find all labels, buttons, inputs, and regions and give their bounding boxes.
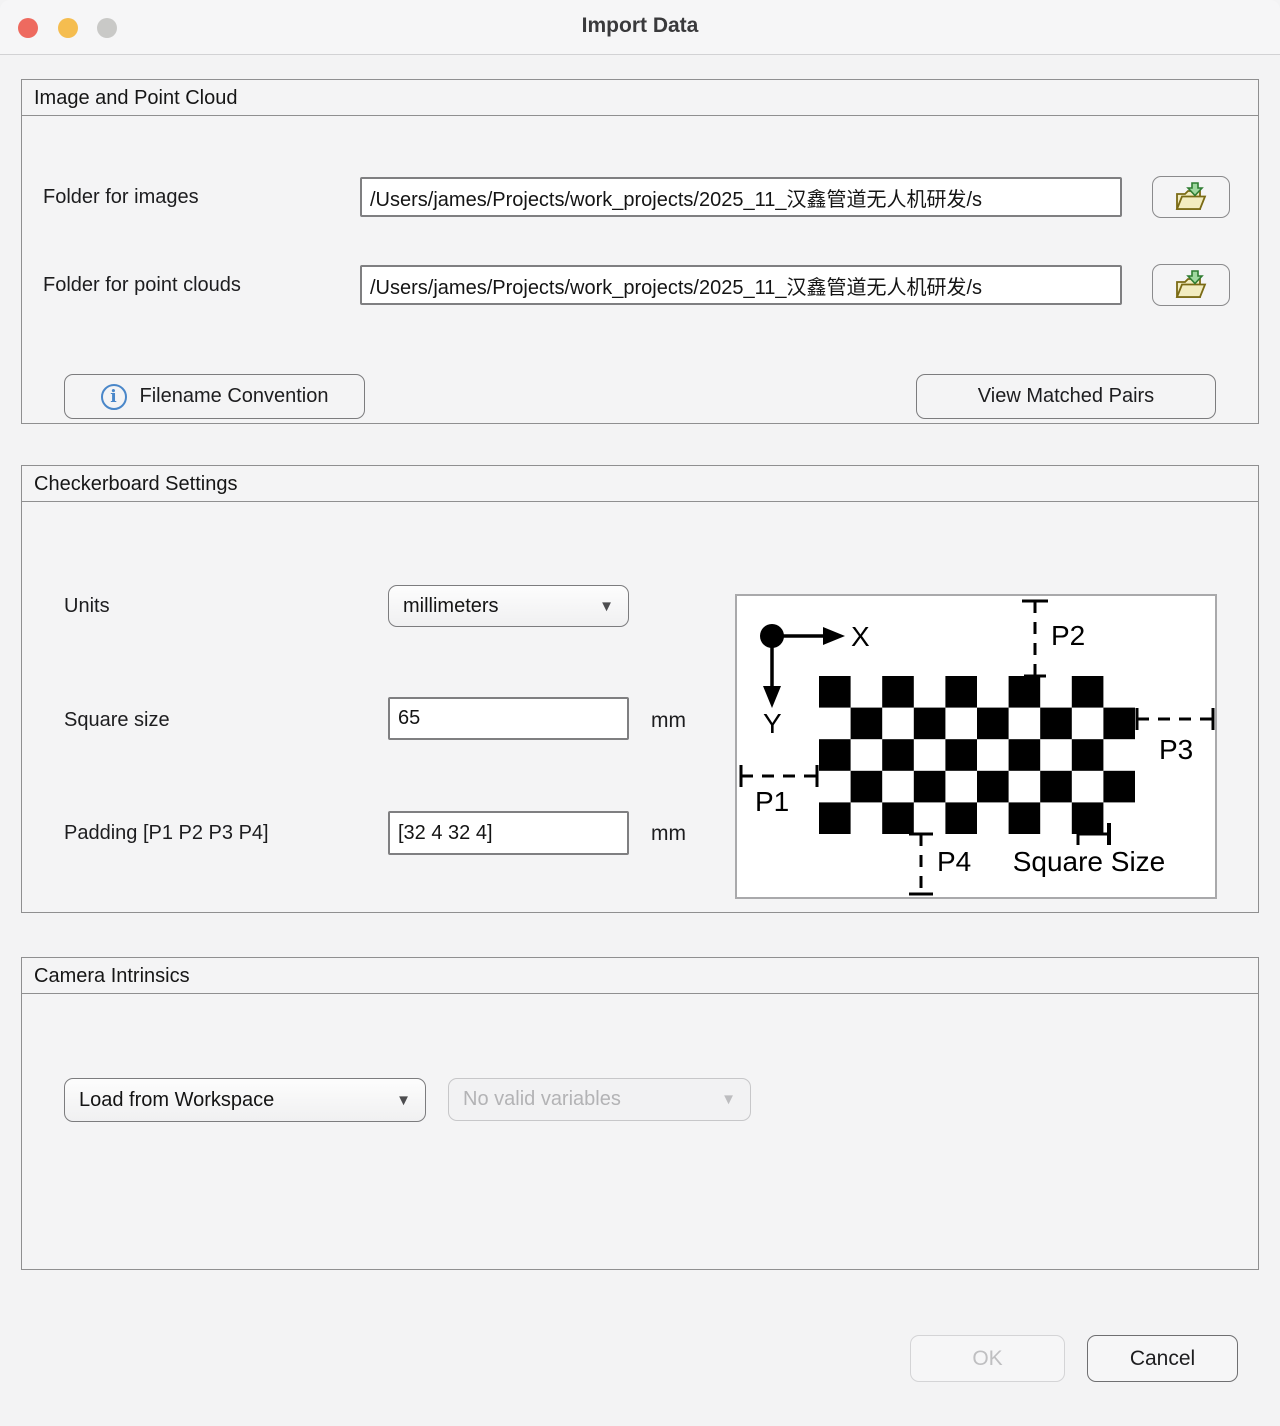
view-matched-pairs-button[interactable]: View Matched Pairs — [916, 374, 1216, 419]
square-size-input[interactable] — [388, 697, 629, 740]
browse-pointclouds-button[interactable] — [1152, 264, 1230, 306]
image-point-cloud-panel: Image and Point Cloud Folder for images … — [21, 79, 1259, 424]
filename-convention-label: Filename Convention — [140, 385, 329, 408]
square-size-unit: mm — [651, 709, 686, 733]
p2-label: P2 — [1051, 620, 1085, 651]
window-title: Import Data — [0, 14, 1280, 38]
camera-intrinsics-panel: Camera Intrinsics Load from Workspace ▼ … — [21, 957, 1259, 1270]
checkerboard-diagram-svg: X Y P2 P3 P1 — [737, 596, 1215, 897]
intrinsics-variable-value: No valid variables — [463, 1088, 621, 1111]
padding-label: Padding [P1 P2 P3 P4] — [64, 822, 269, 845]
square-size-caption: Square Size — [1013, 846, 1166, 877]
filename-convention-button[interactable]: i Filename Convention — [64, 374, 365, 419]
intrinsics-source-value: Load from Workspace — [79, 1089, 274, 1112]
intrinsics-source-dropdown[interactable]: Load from Workspace ▼ — [64, 1078, 426, 1122]
folder-pointclouds-input[interactable] — [360, 265, 1122, 305]
camera-intrinsics-header: Camera Intrinsics — [22, 958, 1258, 994]
chevron-down-icon: ▼ — [396, 1092, 411, 1109]
image-point-cloud-header: Image and Point Cloud — [22, 80, 1258, 116]
checkerboard-settings-panel: Checkerboard Settings Units millimeters … — [21, 465, 1259, 913]
units-dropdown-value: millimeters — [403, 595, 499, 618]
title-bar: Import Data — [0, 0, 1280, 55]
ok-button: OK — [910, 1335, 1065, 1382]
folder-images-label: Folder for images — [43, 186, 199, 209]
y-axis-label: Y — [763, 708, 782, 739]
intrinsics-variable-dropdown: No valid variables ▼ — [448, 1078, 751, 1121]
folder-pointclouds-label: Folder for point clouds — [43, 274, 241, 297]
open-folder-icon — [1171, 181, 1211, 213]
x-axis-label: X — [851, 621, 870, 652]
chevron-down-icon: ▼ — [599, 598, 614, 615]
open-folder-icon — [1171, 269, 1211, 301]
folder-images-input[interactable] — [360, 177, 1122, 217]
browse-images-button[interactable] — [1152, 176, 1230, 218]
info-icon: i — [101, 384, 127, 410]
ok-button-label: OK — [972, 1347, 1002, 1371]
view-matched-pairs-label: View Matched Pairs — [978, 385, 1154, 408]
cancel-button-label: Cancel — [1130, 1347, 1195, 1371]
p1-label: P1 — [755, 786, 789, 817]
checkerboard-settings-header: Checkerboard Settings — [22, 466, 1258, 502]
checkerboard-pattern — [819, 676, 1135, 834]
padding-input[interactable] — [388, 811, 629, 855]
units-dropdown[interactable]: millimeters ▼ — [388, 585, 629, 627]
p4-label: P4 — [937, 846, 971, 877]
checkerboard-diagram: X Y P2 P3 P1 — [735, 594, 1217, 899]
square-size-label: Square size — [64, 709, 170, 732]
units-label: Units — [64, 595, 110, 618]
p3-label: P3 — [1159, 734, 1193, 765]
padding-unit: mm — [651, 822, 686, 846]
chevron-down-icon: ▼ — [721, 1091, 736, 1108]
cancel-button[interactable]: Cancel — [1087, 1335, 1238, 1382]
